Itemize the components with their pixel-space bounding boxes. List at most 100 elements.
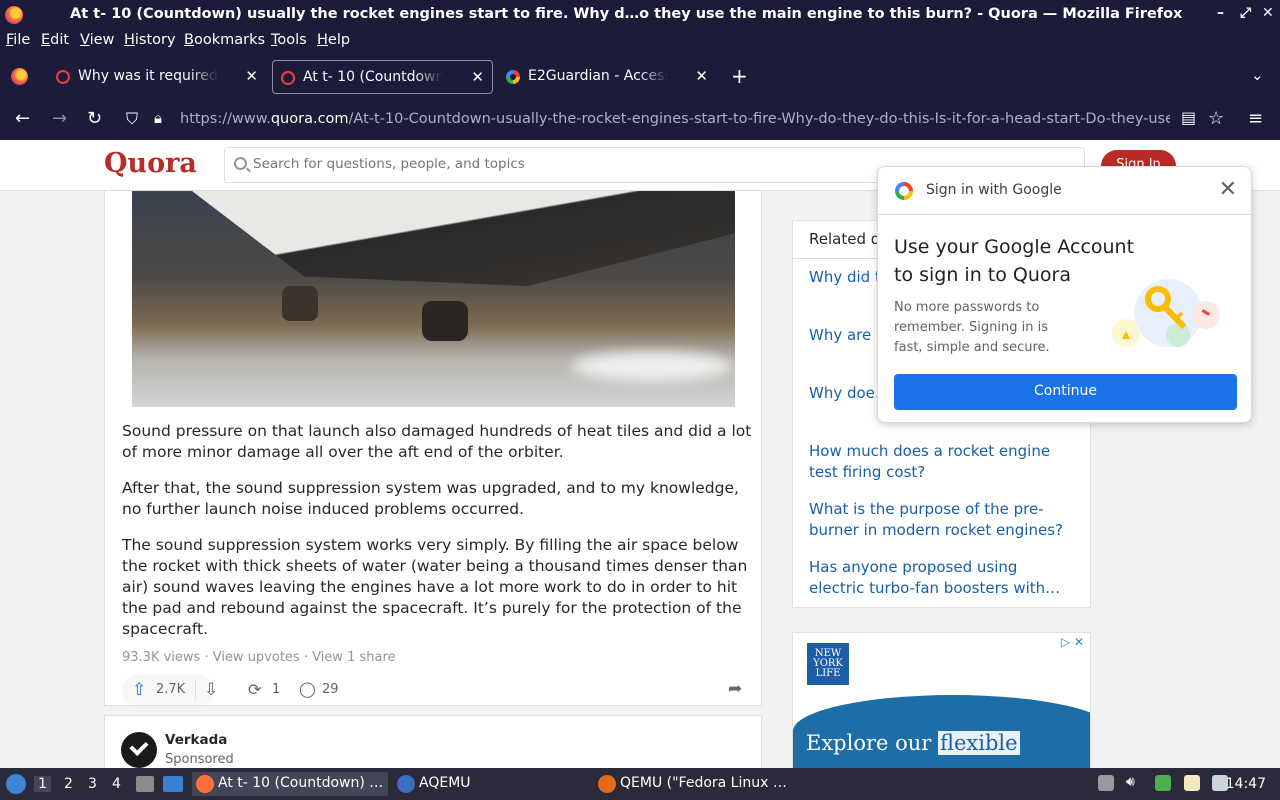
reshare-icon[interactable]: ⟳ [248, 680, 261, 699]
advertisement[interactable]: NEW YORK LIFE ▷ ✕ Explore our flexible [792, 632, 1091, 768]
close-tab-icon[interactable]: ✕ [695, 67, 708, 85]
floor-light-shape [572, 351, 732, 381]
workspace-4[interactable]: 4 [112, 776, 121, 792]
share-arrow-icon[interactable]: ➦ [728, 679, 742, 699]
list-all-tabs-chevron-icon[interactable]: ⌄ [1251, 66, 1264, 84]
firefox-icon [196, 775, 214, 793]
landing-gear-shape [422, 301, 468, 341]
lock-icon[interactable]: 🔒︎ [154, 109, 162, 127]
close-window-icon[interactable]: ✕ [1262, 5, 1274, 21]
popup-body: No more passwords to remember. Signing i… [894, 300, 1050, 355]
quora-logo[interactable]: Quora [104, 148, 197, 179]
upvote-count: 2.7K [156, 682, 186, 697]
close-tab-icon[interactable]: ✕ [245, 67, 258, 85]
clipboard-icon[interactable] [1098, 775, 1114, 791]
url-text[interactable]: https://www.quora.com/At-t-10-Countdown-… [180, 111, 1170, 127]
answer-image-space-shuttle [132, 191, 735, 407]
window-titlebar: At t- 10 (Countdown) usually the rocket … [0, 0, 1280, 30]
answer-paragraph: The sound suppression system works very … [122, 536, 748, 638]
verkada-avatar[interactable] [121, 732, 157, 768]
quora-icon [281, 71, 295, 85]
close-tab-icon[interactable]: ✕ [471, 68, 484, 86]
downvote-arrow-icon[interactable]: ⇩ [204, 680, 218, 700]
menu-view[interactable]: View [80, 32, 114, 48]
network-icon[interactable] [1155, 775, 1171, 791]
close-icon[interactable]: ✕ [1219, 177, 1237, 202]
show-desktop-icon[interactable] [163, 776, 183, 792]
related-question-link[interactable]: How much does a rocket engine test firin… [809, 441, 1074, 483]
shuttle-wing-shape [192, 191, 735, 286]
navigation-bar: ← → ↻ ⛉ 🔒︎ https://www.quora.com/At-t-10… [0, 100, 1280, 140]
workspace-2[interactable]: 2 [64, 776, 73, 792]
menu-help[interactable]: Help [317, 32, 350, 48]
notes-icon[interactable] [1184, 775, 1200, 791]
sponsored-card[interactable]: Verkada Sponsored [104, 715, 762, 768]
menu-edit[interactable]: Edit [41, 32, 69, 48]
reload-icon[interactable]: ↻ [87, 108, 102, 129]
continue-button[interactable]: Continue [894, 374, 1237, 410]
address-bar[interactable]: ⛉ 🔒︎ https://www.quora.com/At-t-10-Count… [120, 104, 1178, 136]
menu-bookmarks[interactable]: Bookmarks [184, 32, 265, 48]
tab-at-t-10-countdown[interactable]: At t- 10 (Countdown) usually ✕ [272, 60, 493, 94]
landing-gear-shape [282, 286, 318, 321]
workspace-1[interactable]: 1 [34, 776, 51, 792]
menu-bar: File Edit View History Bookmarks Tools H… [0, 30, 1280, 52]
shield-icon[interactable]: ⛉ [126, 109, 138, 129]
comment-icon[interactable]: ◯ [299, 680, 316, 698]
tab-why-was-it-required[interactable]: Why was it required for the ✕ [48, 60, 266, 94]
tab-bar: Why was it required for the ✕ At t- 10 (… [0, 52, 1280, 100]
qemu-icon [598, 775, 616, 793]
comment-count: 29 [322, 682, 339, 697]
related-question-link[interactable]: Has anyone proposed using electric turbo… [809, 557, 1074, 599]
task-label: QEMU ("Fedora Linux … [620, 775, 787, 791]
reader-view-icon[interactable]: ▤ [1181, 108, 1196, 127]
tab-label: At t- 10 (Countdown) usually [303, 69, 443, 85]
app-menu-icon[interactable]: ≡ [1248, 108, 1263, 129]
task-aqemu[interactable]: AQEMU [393, 772, 573, 796]
aqemu-icon [397, 775, 415, 793]
clock: 14:47 [1225, 776, 1266, 792]
task-label: AQEMU [419, 775, 471, 791]
new-york-life-logo: NEW YORK LIFE [807, 643, 849, 685]
task-qemu[interactable]: QEMU ("Fedora Linux … [594, 772, 794, 796]
forward-arrow-icon[interactable]: → [52, 108, 67, 129]
tab-e2guardian[interactable]: E2Guardian - Access Denied ✕ [498, 60, 716, 94]
reshare-count: 1 [272, 682, 281, 697]
start-menu-icon[interactable] [6, 774, 26, 794]
sponsor-name[interactable]: Verkada [165, 732, 227, 748]
sponsored-label: Sponsored [165, 752, 234, 767]
volume-icon[interactable]: 🔊︎ [1126, 774, 1142, 790]
menu-history[interactable]: History [124, 32, 176, 48]
key-illustration-icon [1112, 279, 1220, 347]
new-tab-plus-icon[interactable]: + [731, 64, 748, 88]
window-title: At t- 10 (Countdown) usually the rocket … [70, 6, 1183, 22]
google-logo-icon [895, 182, 913, 200]
answer-card: Sound pressure on that launch also damag… [104, 191, 762, 706]
tab-label: Why was it required for the [78, 68, 218, 84]
google-icon [506, 70, 520, 84]
popup-title: Sign in with Google [926, 182, 1062, 198]
back-arrow-icon[interactable]: ← [15, 108, 30, 129]
related-question-link[interactable]: What is the purpose of the pre-burner in… [809, 499, 1074, 541]
google-signin-popup: Sign in with Google ✕ Use your Google Ac… [877, 166, 1252, 423]
firefox-icon [5, 6, 23, 24]
task-firefox[interactable]: At t- 10 (Countdown) … [192, 772, 388, 796]
adchoices-icon[interactable]: ▷ ✕ [1061, 635, 1084, 649]
search-icon [234, 157, 247, 170]
menu-file[interactable]: File [6, 32, 30, 48]
upvote-button[interactable]: ⇧ 2.7K [122, 675, 214, 705]
workspace-3[interactable]: 3 [88, 776, 97, 792]
divider [195, 680, 196, 700]
restore-icon[interactable]: ⤢ [1240, 5, 1251, 21]
file-manager-icon[interactable] [136, 776, 154, 792]
upvote-arrow-icon: ⇧ [132, 680, 147, 700]
answer-meta[interactable]: 93.3K views · View upvotes · View 1 shar… [122, 650, 396, 665]
answer-paragraph: After that, the sound suppression system… [122, 479, 739, 518]
minimize-icon[interactable]: – [1217, 5, 1224, 21]
ad-headline: Explore our flexible [806, 731, 1020, 755]
bookmark-star-icon[interactable]: ☆ [1208, 108, 1224, 129]
firefox-view-icon[interactable] [11, 68, 28, 85]
menu-tools[interactable]: Tools [271, 32, 307, 48]
tab-label: E2Guardian - Access Denied [528, 68, 668, 84]
taskbar: 1 2 3 4 At t- 10 (Countdown) … AQEMU QEM… [0, 768, 1280, 800]
